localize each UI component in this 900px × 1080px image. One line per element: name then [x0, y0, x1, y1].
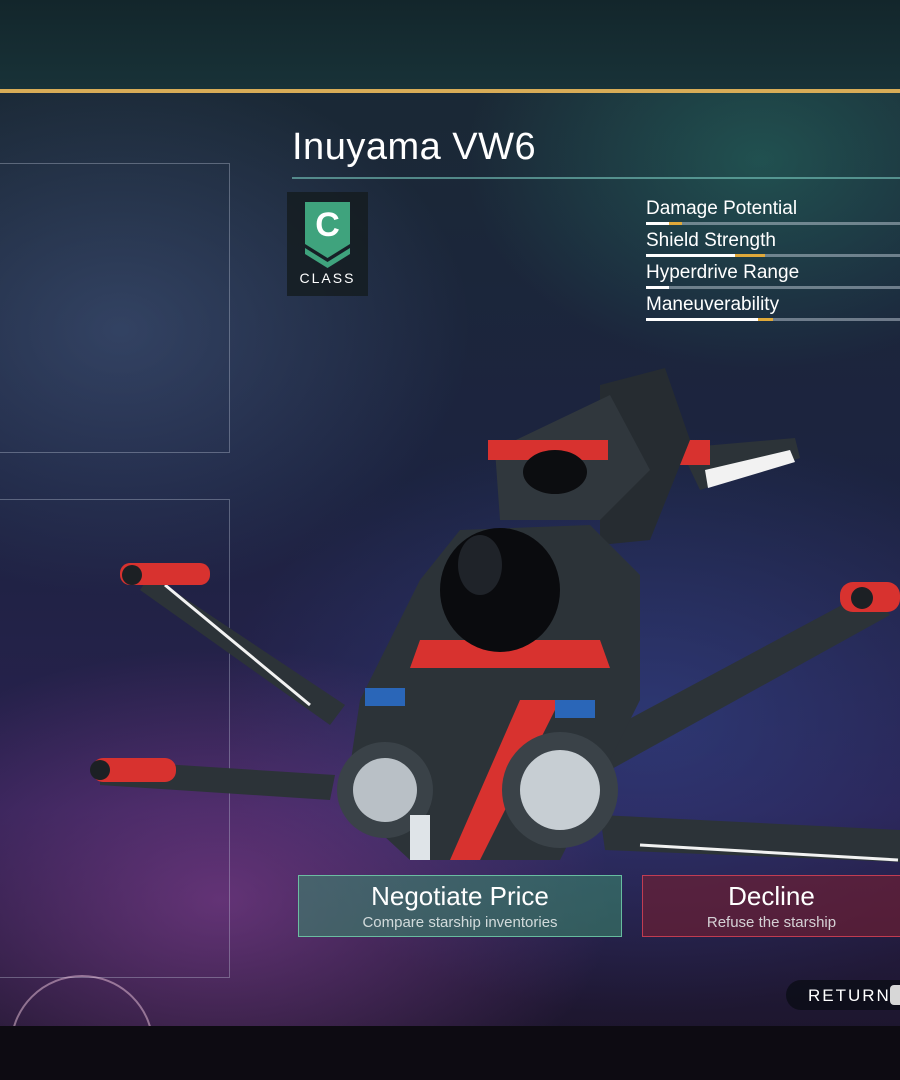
- class-letter: C: [315, 206, 340, 244]
- bottom-bar: [0, 1026, 900, 1080]
- stat-bar: [646, 286, 900, 289]
- stat-bar-base: [646, 222, 669, 225]
- negotiate-price-subtitle: Compare starship inventories: [362, 914, 558, 931]
- cockpit-canopy: [440, 528, 560, 652]
- stat-bar-bonus: [757, 318, 773, 321]
- ship-purchase-screen: Inuyama VW6 C CLASS Damage Potential Shi…: [0, 0, 900, 1080]
- decline-label: Decline: [728, 881, 815, 911]
- stat-bar: [646, 222, 900, 225]
- class-label: CLASS: [299, 270, 356, 286]
- stat-bar-base: [646, 286, 669, 289]
- stat-label: Damage Potential: [646, 198, 798, 219]
- stat-damage-potential: Damage Potential: [646, 196, 900, 228]
- stat-hyperdrive-range: Hyperdrive Range: [646, 260, 900, 292]
- rear-canopy: [523, 450, 587, 494]
- decline-button[interactable]: Decline Refuse the starship: [642, 875, 900, 937]
- stat-shield-strength: Shield Strength: [646, 228, 900, 260]
- return-label: RETURN: [808, 986, 891, 1005]
- negotiate-price-label: Negotiate Price: [371, 881, 549, 911]
- title-underline: [292, 177, 900, 179]
- stat-label: Maneuverability: [646, 294, 780, 315]
- right-lower-wing: [600, 815, 900, 862]
- stat-bar-base: [646, 254, 735, 257]
- class-badge: C CLASS: [287, 192, 368, 296]
- decline-subtitle: Refuse the starship: [706, 914, 837, 931]
- negotiate-price-button[interactable]: Negotiate Price Compare starship invento…: [298, 875, 622, 937]
- stat-bar: [646, 254, 900, 257]
- class-shield-icon: C: [305, 202, 350, 268]
- keyboard-key-icon: [890, 985, 900, 1005]
- stat-bar-base: [646, 318, 758, 321]
- stat-label: Hyperdrive Range: [646, 262, 800, 283]
- stat-bar: [646, 318, 900, 321]
- stat-label: Shield Strength: [646, 230, 776, 251]
- stat-bar-bonus: [668, 222, 682, 225]
- stat-bar-bonus: [734, 254, 766, 257]
- return-button[interactable]: RETURN: [786, 980, 900, 1010]
- stat-maneuverability: Maneuverability: [646, 292, 900, 324]
- ship-name: Inuyama VW6: [292, 126, 537, 168]
- ship-stats: Damage Potential Shield Strength Hyperdr…: [646, 196, 900, 324]
